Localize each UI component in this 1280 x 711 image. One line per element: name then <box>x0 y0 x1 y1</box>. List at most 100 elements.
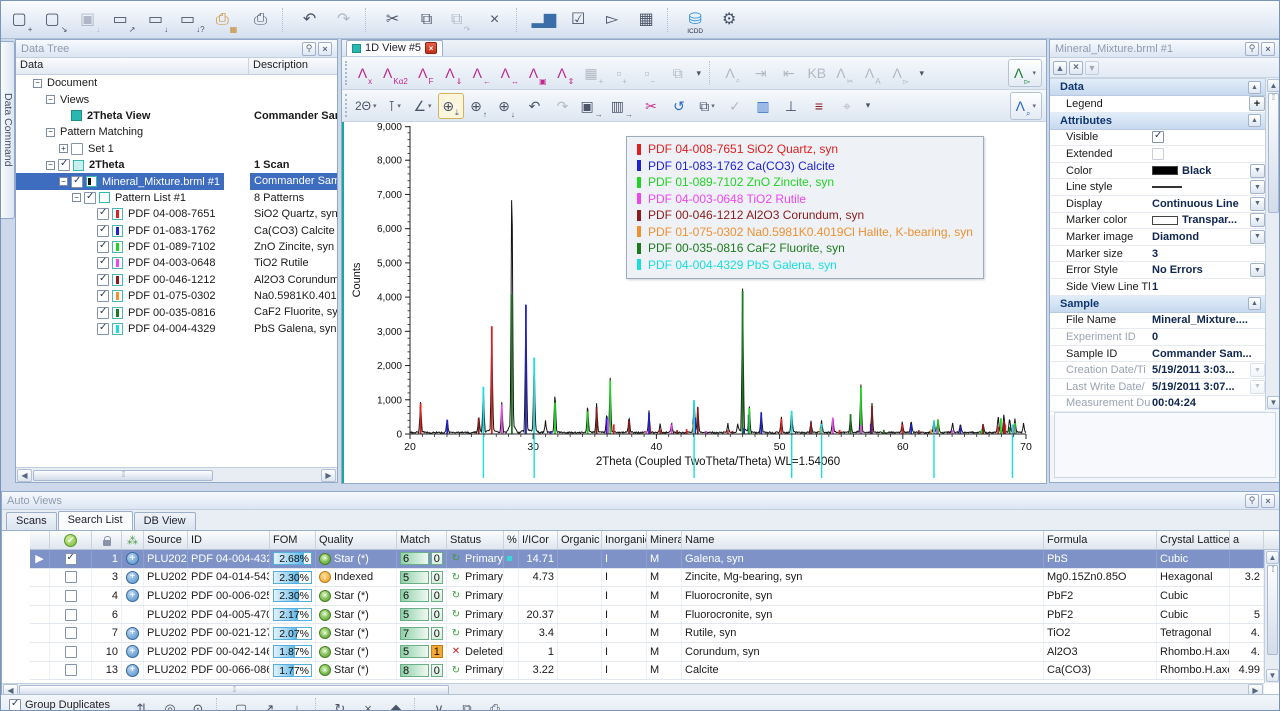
tree-item-checkbox[interactable] <box>97 274 109 286</box>
dropdown-icon[interactable]: ▼ <box>1250 263 1265 277</box>
tools-caret[interactable]: ▾ <box>862 93 874 119</box>
legend-item[interactable]: PDF 00-035-0816 CaF2 Fluorite, syn <box>637 240 973 257</box>
tree-expander-icon[interactable]: − <box>72 193 81 202</box>
cell-tree[interactable]: + <box>122 587 144 605</box>
tree-item-document[interactable]: −Document <box>16 75 337 91</box>
row-checkbox[interactable] <box>65 590 77 602</box>
chart-legend[interactable]: PDF 04-008-7651 SiO2 Quartz, synPDF 01-0… <box>626 136 984 279</box>
property-value[interactable]: Mineral_Mixture.... <box>1152 314 1265 326</box>
legend-item[interactable]: PDF 04-003-0648 TiO2 Rutile <box>637 191 973 208</box>
tree-item-pdf-00-046-1212[interactable]: PDF 00-046-1212Al2O3 Corundum, sy <box>16 272 337 288</box>
expand-row-icon[interactable]: + <box>126 589 139 602</box>
legend-item[interactable]: PDF 04-008-7651 SiO2 Quartz, syn <box>637 141 973 158</box>
import-query-button[interactable]: ▭↓? <box>177 6 208 34</box>
sidebar-tab-data-command[interactable]: Data Command <box>1 41 15 219</box>
remove-peak-button[interactable]: Λx <box>352 60 378 86</box>
property-row-legend[interactable]: Legend+ <box>1050 96 1265 113</box>
property-value[interactable]: No Errors▼ <box>1152 263 1265 277</box>
tree-item-pattern-matching[interactable]: −Pattern Matching <box>16 124 337 140</box>
cell-check[interactable] <box>50 569 92 587</box>
table-row[interactable]: 6PLU2021PDF 04-005-47032.17%✳Star (*)50↻… <box>30 606 1280 625</box>
column-header-i-icor[interactable]: I/ICor <box>519 531 558 549</box>
remove-button[interactable]: × <box>356 698 380 711</box>
group-duplicates-option[interactable]: Group Duplicates <box>9 698 110 711</box>
property-value[interactable]: Diamond▼ <box>1152 230 1265 244</box>
tree-item-checkbox[interactable] <box>97 323 109 335</box>
paste-range-button[interactable]: ▥→ <box>608 93 636 119</box>
grid-vertical-scrollbar[interactable]: ▲ ▼ <box>1264 550 1280 683</box>
copy-button[interactable]: ⧉ <box>412 6 442 34</box>
property-row-visible[interactable]: Visible <box>1050 130 1265 147</box>
tab-db-view[interactable]: DB View <box>134 512 196 530</box>
collapse-section-icon[interactable]: ▲ <box>1248 297 1261 310</box>
undo-zoom-button[interactable]: ↶ <box>522 93 548 119</box>
column-header-tree[interactable]: ⁂ <box>122 531 144 549</box>
scroll-left-icon[interactable]: ◀ <box>17 469 32 482</box>
expand-row-icon[interactable]: + <box>126 645 139 658</box>
scroll-thumb[interactable] <box>1268 93 1279 213</box>
tree-item-checkbox[interactable] <box>84 192 96 204</box>
property-value[interactable]: 0 <box>1152 331 1265 343</box>
property-row-file-name[interactable]: File NameMineral_Mixture.... <box>1050 313 1265 330</box>
column-header--[interactable]: % <box>504 531 519 549</box>
property-row-marker-color[interactable]: Marker colorTranspar...▼ <box>1050 213 1265 230</box>
property-row-last-write-date-[interactable]: Last Write Date/5/19/2011 3:07...▼ <box>1050 379 1265 396</box>
expand-row-icon[interactable]: + <box>126 552 139 565</box>
scroll-right-icon[interactable]: ▶ <box>321 469 336 482</box>
column-header-a[interactable]: a <box>1230 531 1264 549</box>
row-checkbox[interactable] <box>65 664 77 676</box>
property-section-attributes[interactable]: Attributes▲ <box>1050 113 1265 130</box>
collapse-section-icon[interactable]: ▲ <box>1248 81 1261 94</box>
tree-item-checkbox[interactable] <box>97 307 109 319</box>
property-value[interactable]: 5/19/2011 3:03...▼ <box>1152 363 1265 377</box>
dropdown-icon[interactable]: ▼ <box>1250 230 1265 244</box>
copy-pattern-button[interactable]: Λ▣ <box>525 60 551 86</box>
legend-item[interactable]: PDF 00-046-1212 Al2O3 Corundum, syn <box>637 207 973 224</box>
property-row-line-style[interactable]: Line style▼ <box>1050 179 1265 196</box>
export-document-button[interactable]: ▭↗ <box>109 6 139 34</box>
property-value[interactable]: Commander Sam... <box>1152 348 1265 360</box>
tree-item-pdf-04-008-7651[interactable]: PDF 04-008-7651SiO2 Quartz, syn <box>16 206 337 222</box>
table-row[interactable]: 4+PLU2021PDF 00-006-02512.30%✳Star (*)60… <box>30 587 1280 606</box>
scroll-up-icon[interactable]: ▲ <box>1267 79 1280 92</box>
remove-icon[interactable]: × <box>1069 61 1083 75</box>
group-duplicates-checkbox[interactable] <box>9 699 21 711</box>
copy-list-button[interactable]: ⧉ <box>455 698 479 711</box>
row-checkbox[interactable] <box>65 646 77 658</box>
import-document-button[interactable]: ▭↓ <box>143 6 173 34</box>
stretch-pattern-button[interactable]: Λ↔ <box>497 60 523 86</box>
property-checkbox[interactable] <box>1152 131 1164 143</box>
align-button[interactable]: ≡ <box>806 93 832 119</box>
cell-tree[interactable]: + <box>122 662 144 680</box>
table-row[interactable]: 3+PLU2021PDF 04-014-54392.30%iIndexed50↻… <box>30 569 1280 588</box>
refresh-button[interactable]: ↻ <box>328 698 352 711</box>
property-value[interactable]: 5/19/2011 3:07...▼ <box>1152 380 1265 394</box>
cell-tree[interactable]: + <box>122 643 144 661</box>
property-value[interactable]: 3 <box>1152 248 1265 260</box>
column-header-quality[interactable]: Quality <box>316 531 397 549</box>
expand-row-icon[interactable]: + <box>126 571 139 584</box>
property-row-marker-image[interactable]: Marker imageDiamond▼ <box>1050 229 1265 246</box>
search-scan-button[interactable]: Λ⌕▾ <box>1013 93 1039 119</box>
table-row[interactable]: 10+PLU2021PDF 00-042-14681.87%✳Star (*)5… <box>30 643 1280 662</box>
column-header-mineral[interactable]: Mineral <box>647 531 682 549</box>
property-row-creation-date-ti[interactable]: Creation Date/Ti5/19/2011 3:03...▼ <box>1050 362 1265 379</box>
cell-check[interactable] <box>50 624 92 642</box>
new-entry-button[interactable]: ▢ <box>229 698 253 711</box>
pin-icon[interactable]: ⚲ <box>1245 42 1259 56</box>
axis-2theta-button[interactable]: 2Θ▾ <box>352 93 380 119</box>
open-document-button[interactable]: ▢↘ <box>41 6 71 34</box>
dropdown-icon[interactable]: ▼ <box>1250 197 1265 211</box>
property-value[interactable]: 1 <box>1152 281 1265 293</box>
column-header-num[interactable] <box>92 531 122 549</box>
background-button[interactable]: Λ⇓ <box>441 60 467 86</box>
zoom-in-button[interactable]: ⊕↑ <box>466 93 492 119</box>
scroll-thumb[interactable] <box>33 470 213 481</box>
cell-tree[interactable]: + <box>122 569 144 587</box>
property-value[interactable] <box>1152 131 1265 143</box>
dropdown-icon[interactable]: ▼ <box>1250 363 1265 377</box>
dropdown-icon[interactable]: ▼ <box>1250 180 1265 194</box>
move-up-icon[interactable]: ▲ <box>1053 61 1067 75</box>
cursor-view-button[interactable]: ▻ <box>597 6 627 34</box>
property-row-sample-id[interactable]: Sample IDCommander Sam... <box>1050 346 1265 363</box>
